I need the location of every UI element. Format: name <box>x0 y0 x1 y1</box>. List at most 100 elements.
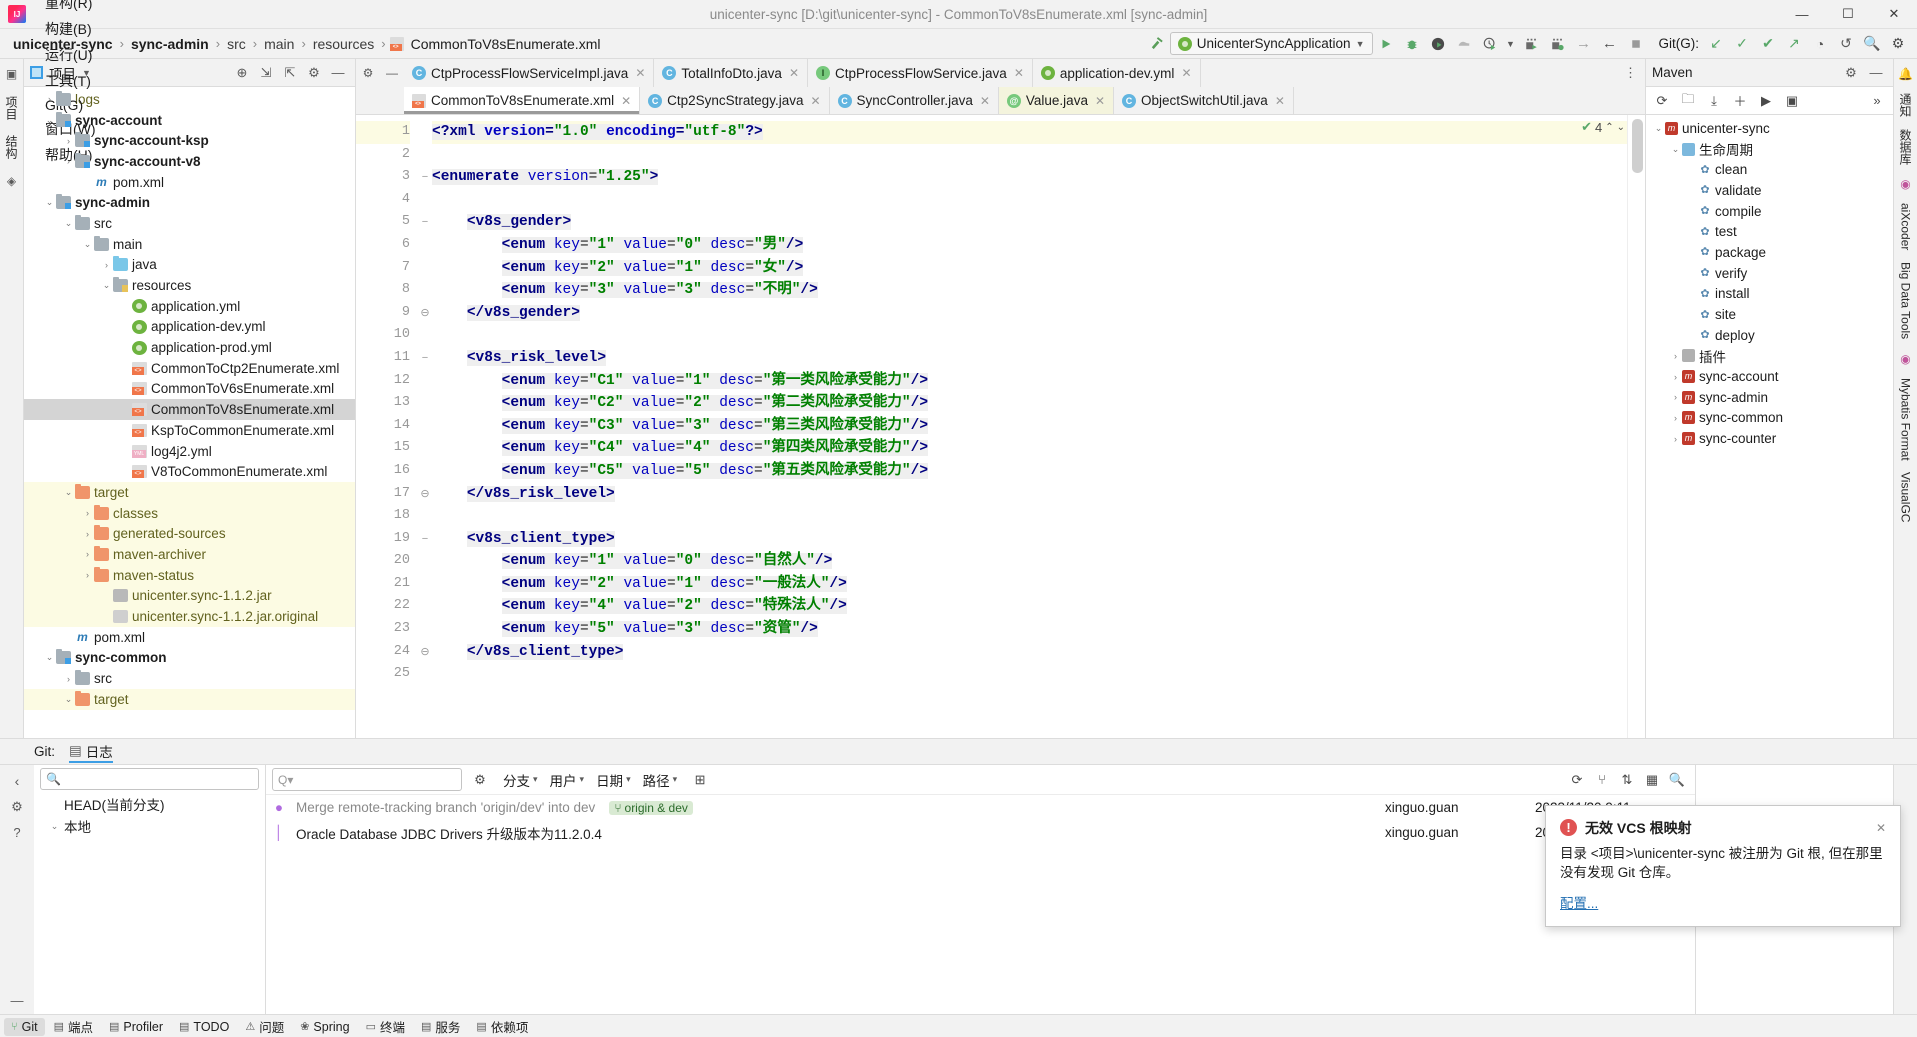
fold-toggle-icon[interactable]: − <box>418 347 432 370</box>
code-line[interactable]: </v8s_gender> <box>432 302 1645 325</box>
tree-node[interactable]: KspToCommonEnumerate.xml <box>24 420 355 441</box>
commit-row[interactable]: │ Oracle Database JDBC Drivers 升级版本为11.2.… <box>266 820 1695 845</box>
maximize-button[interactable]: ☐ <box>1825 0 1871 29</box>
project-tree[interactable]: › logs ⌄ sync-account › sync-account-ksp › sync… <box>24 87 355 738</box>
tree-node[interactable]: › maven-status <box>24 564 355 586</box>
git-update-icon[interactable]: ↙ <box>1703 32 1729 56</box>
menu-11[interactable]: 帮助(H) <box>36 142 105 168</box>
log-filter-3[interactable]: 路径 ▾ <box>638 768 683 792</box>
maven-goal-verify[interactable]: ✿ verify <box>1646 263 1893 284</box>
log-search-input[interactable]: Q▾ <box>272 768 462 791</box>
tree-node[interactable]: › maven-archiver <box>24 544 355 565</box>
chevron-down-icon[interactable]: ▾ <box>673 774 678 785</box>
code-line[interactable]: <enum key="C4" value="4" desc="第四类风险承受能力… <box>432 437 1645 460</box>
menu-8[interactable]: 工具(T) <box>36 68 105 94</box>
chevron-down-icon[interactable]: ⌄ <box>62 487 75 498</box>
tool-button-Profiler[interactable]: ▤ Profiler <box>102 1018 170 1036</box>
maven-goal-site[interactable]: ✿ site <box>1646 304 1893 325</box>
fold-toggle-icon[interactable]: ⊖ <box>418 483 432 506</box>
rail-tab-project[interactable]: 项目 <box>0 90 23 126</box>
stop-button[interactable] <box>1623 32 1649 56</box>
editor-tab-Ctp2SyncStrategy-java[interactable]: C Ctp2SyncStrategy.java ✕ <box>640 87 830 114</box>
maven-goal-clean[interactable]: ✿ clean <box>1646 159 1893 180</box>
maven-add-icon[interactable]: ＋ <box>1728 90 1752 112</box>
breadcrumb-item-1[interactable]: sync-admin <box>128 35 212 53</box>
collapse-left-icon[interactable]: ‹ <box>15 773 20 789</box>
hide-panel-icon[interactable]: — <box>327 62 349 84</box>
tree-node[interactable]: ⌄ sync-admin <box>24 192 355 213</box>
chevron-down-icon[interactable]: ⌄ <box>100 280 113 291</box>
maven-hide-icon[interactable]: — <box>1865 62 1887 84</box>
maven-tree-node[interactable]: ⌄ 生命周期 <box>1646 139 1893 160</box>
commit-list[interactable]: ● Merge remote-tracking branch 'origin/de… <box>266 795 1695 1014</box>
notification-popup[interactable]: ! 无效 VCS 根映射 ✕ 目录 <项目>\unicenter-sync 被注… <box>1545 804 1901 927</box>
chevron-down-icon[interactable]: ▾ <box>533 774 538 785</box>
branch-item-1[interactable]: ⌄ 本地 <box>34 815 265 837</box>
run-history-button[interactable] <box>1477 32 1503 56</box>
maven-add-project-icon[interactable]: 🗀 <box>1676 90 1700 112</box>
forward-arrow-icon[interactable]: → <box>1571 32 1597 56</box>
scrollbar-thumb[interactable] <box>1632 119 1643 173</box>
tree-node[interactable]: ⌄ src <box>24 213 355 234</box>
chevron-down-icon[interactable]: ▾ <box>626 774 631 785</box>
tree-node[interactable]: ⌄ resources <box>24 275 355 296</box>
rail-tab-database[interactable]: 数据库 <box>1894 123 1917 171</box>
chevron-right-icon[interactable]: › <box>1669 413 1682 423</box>
scroll-from-source-icon[interactable]: ⊕ <box>231 62 253 84</box>
tree-node[interactable]: CommonToV8sEnumerate.xml <box>24 399 355 420</box>
close-icon[interactable]: ✕ <box>1275 94 1285 108</box>
git-hide-icon[interactable]: — <box>11 993 24 1008</box>
tree-node[interactable]: ⌄ main <box>24 234 355 255</box>
breadcrumb-item-5[interactable]: CommonToV8sEnumerate.xml <box>408 35 604 53</box>
code-line[interactable]: <enum key="C3" value="3" desc="第三类风险承受能力… <box>432 415 1645 438</box>
rail-tab-aixcoder[interactable]: aiXcoder <box>1896 197 1916 256</box>
code-line[interactable]: <enum key="3" value="3" desc="不明"/> <box>432 279 1645 302</box>
close-icon[interactable]: ✕ <box>621 94 631 108</box>
chevron-down-icon[interactable]: ⌄ <box>81 239 94 250</box>
close-icon[interactable]: ✕ <box>810 94 820 108</box>
maven-tree-node[interactable]: › 插件 <box>1646 346 1893 367</box>
rail-tab-notifications[interactable]: 通知 <box>1894 87 1917 123</box>
editor-tab-application-dev-yml[interactable]: application-dev.yml ✕ <box>1032 59 1201 87</box>
menu-6[interactable]: 构建(B) <box>36 16 105 42</box>
code-line[interactable]: <enum key="5" value="3" desc="资管"/> <box>432 618 1645 641</box>
chevron-down-icon[interactable]: ▼ <box>1356 39 1365 49</box>
tree-node[interactable]: › src <box>24 668 355 689</box>
code-content[interactable]: <?xml version="1.0" encoding="utf-8"?> <… <box>432 115 1645 738</box>
fold-toggle-icon[interactable]: − <box>418 528 432 551</box>
log-refresh-icon[interactable]: ⟳ <box>1565 769 1589 791</box>
chevron-right-icon[interactable]: › <box>100 260 113 270</box>
chevron-down-icon[interactable]: ▾ <box>580 774 585 785</box>
stop-server-icon[interactable] <box>1519 32 1545 56</box>
fold-toggle-icon[interactable]: − <box>418 166 432 189</box>
code-line[interactable]: </v8s_client_type> <box>432 641 1645 664</box>
editor-tab-CtpProcessFlowService-java[interactable]: I CtpProcessFlowService.java ✕ <box>808 59 1033 87</box>
code-line[interactable] <box>432 663 1645 686</box>
maven-tree-node[interactable]: › sync-account <box>1646 366 1893 387</box>
editor-tab-TotalInfoDto-java[interactable]: C TotalInfoDto.java ✕ <box>654 59 808 87</box>
tree-node[interactable]: › generated-sources <box>24 523 355 545</box>
code-line[interactable]: </v8s_risk_level> <box>432 483 1645 506</box>
git-commit-icon[interactable]: ✓ <box>1729 32 1755 56</box>
log-branch-filter-icon[interactable]: ⑂ <box>1590 769 1614 791</box>
code-line[interactable]: <enum key="C2" value="2" desc="第二类风险承受能力… <box>432 392 1645 415</box>
log-filter-2[interactable]: 日期 ▾ <box>591 768 636 792</box>
tree-node[interactable]: log4j2.yml <box>24 441 355 462</box>
tree-node[interactable]: application.yml <box>24 296 355 317</box>
git-settings-icon[interactable]: ⚙ <box>11 799 23 815</box>
maven-goal-deploy[interactable]: ✿ deploy <box>1646 325 1893 346</box>
git-history-icon[interactable]: ◔ <box>1807 32 1833 56</box>
chevron-down-icon[interactable]: ⌄ <box>43 197 56 208</box>
menu-bar[interactable]: 文件(F)编辑(E)视图(V)导航(N)代码(C)重构(R)构建(B)运行(U)… <box>36 0 105 168</box>
breadcrumb-item-2[interactable]: src <box>224 35 249 53</box>
maven-run-icon[interactable]: ▶ <box>1754 90 1778 112</box>
editor-tabs-2[interactable]: CommonToV8sEnumerate.xml ✕ C Ctp2SyncStrate… <box>404 87 1294 114</box>
code-editor[interactable]: 1 2 3 4 5 6 7 8 9 10 11 12 13 14 15 16 17 18 19 20 21 22 23 24 2… <box>356 115 1645 738</box>
tree-node[interactable]: › classes <box>24 502 355 524</box>
close-icon[interactable]: ✕ <box>1014 66 1024 80</box>
tool-button-问题[interactable]: ⚠ 问题 <box>238 1015 291 1037</box>
tree-node[interactable]: application-prod.yml <box>24 337 355 358</box>
log-find-icon[interactable]: 🔍 <box>1665 769 1689 791</box>
run-configuration-selector[interactable]: UnicenterSyncApplication ▼ <box>1169 32 1373 55</box>
menu-7[interactable]: 运行(U) <box>36 42 105 68</box>
